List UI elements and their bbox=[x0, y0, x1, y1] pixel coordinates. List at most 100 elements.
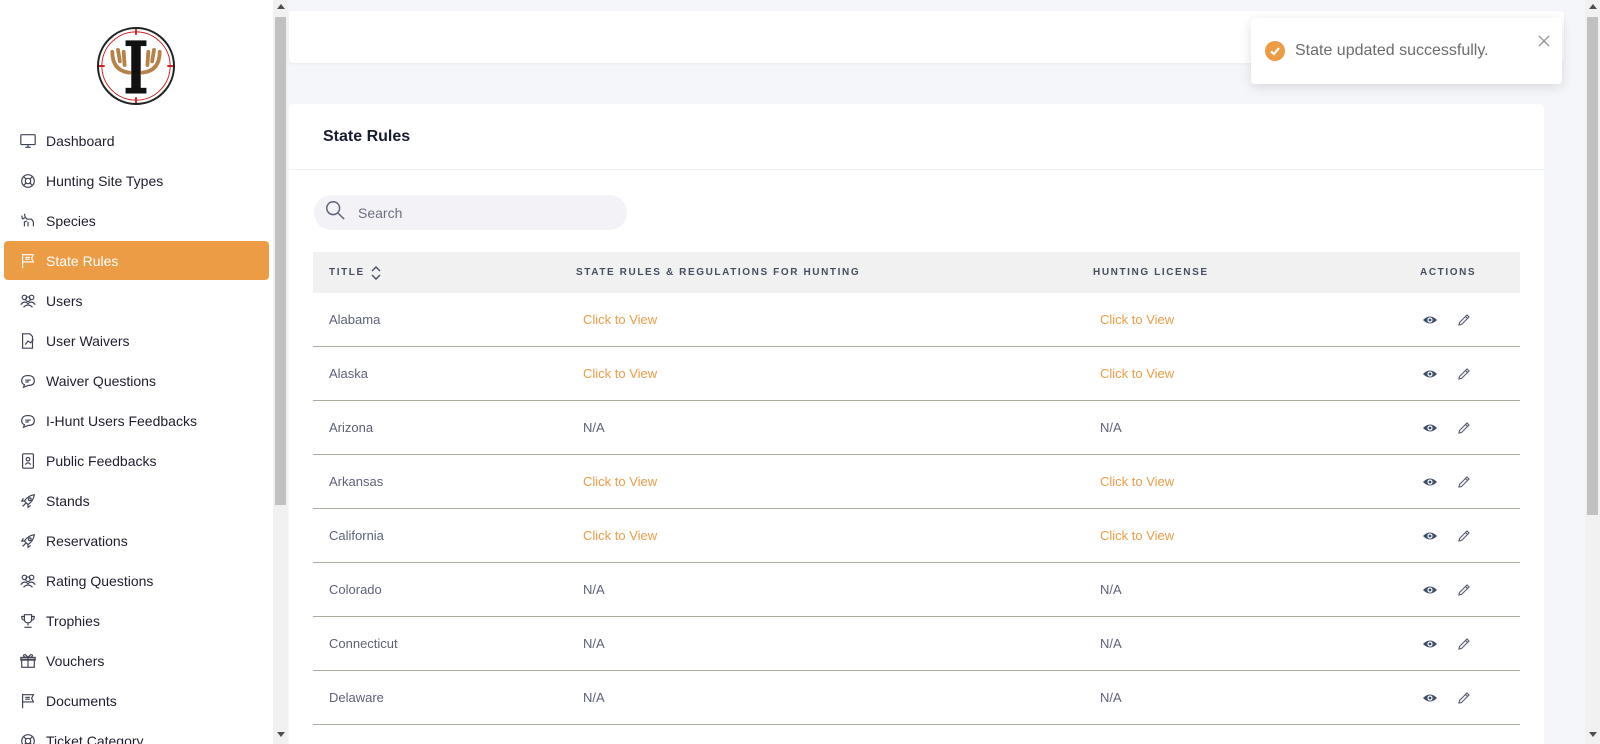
sidebar-item-documents[interactable]: Documents bbox=[4, 681, 269, 720]
eye-icon[interactable] bbox=[1422, 366, 1438, 382]
users-icon bbox=[18, 292, 38, 310]
trophy-icon bbox=[18, 612, 38, 630]
rules-view-link[interactable]: Click to View bbox=[560, 366, 1077, 381]
sidebar-item-label: Rating Questions bbox=[46, 572, 154, 589]
scroll-down-arrow-icon[interactable] bbox=[1589, 732, 1597, 737]
sidebar-scrollbar-thumb[interactable] bbox=[275, 17, 286, 505]
sidebar-item-dashboard[interactable]: Dashboard bbox=[4, 121, 269, 160]
sidebar: Dashboard Hunting Site Types Species State … bbox=[0, 0, 273, 744]
license-view-link[interactable]: Click to View bbox=[1077, 366, 1404, 381]
license-view-link[interactable]: Click to View bbox=[1077, 474, 1404, 489]
cell-title: Alabama bbox=[329, 312, 381, 327]
cell-actions bbox=[1404, 690, 1520, 706]
sidebar-item-users[interactable]: Users bbox=[4, 281, 269, 320]
license-view-link[interactable]: Click to View bbox=[1077, 312, 1404, 327]
cell-rules: N/A bbox=[583, 690, 605, 705]
table-row: Arizona N/A N/A bbox=[313, 401, 1520, 455]
cell-title: Connecticut bbox=[329, 636, 398, 651]
eye-icon[interactable] bbox=[1422, 582, 1438, 598]
column-header-title[interactable]: TITLE bbox=[313, 265, 560, 280]
state-rules-card: State Rules TITLE STATE RULES & REGULATI… bbox=[289, 104, 1544, 744]
sidebar-item-vouchers[interactable]: Vouchers bbox=[4, 641, 269, 680]
sidebar-item-label: Public Feedbacks bbox=[46, 452, 157, 469]
contact-book-icon bbox=[18, 452, 38, 470]
chat-bubble-icon bbox=[18, 412, 38, 430]
sidebar-item-i-hunt-users-feedbacks[interactable]: I-Hunt Users Feedbacks bbox=[4, 401, 269, 440]
cell-license: N/A bbox=[1100, 636, 1122, 651]
lifebuoy-icon bbox=[18, 172, 38, 190]
column-header-rules: STATE RULES & REGULATIONS FOR HUNTING bbox=[576, 267, 861, 278]
sidebar-item-waiver-questions[interactable]: Waiver Questions bbox=[4, 361, 269, 400]
search-icon bbox=[324, 199, 346, 226]
sidebar-item-species[interactable]: Species bbox=[4, 201, 269, 240]
close-icon[interactable] bbox=[1538, 34, 1550, 47]
sidebar-item-public-feedbacks[interactable]: Public Feedbacks bbox=[4, 441, 269, 480]
logo[interactable] bbox=[97, 27, 175, 105]
rules-view-link[interactable]: Click to View bbox=[560, 474, 1077, 489]
scroll-up-arrow-icon[interactable] bbox=[277, 4, 285, 9]
search-input[interactable] bbox=[358, 204, 598, 221]
toast-message: State updated successfully. bbox=[1295, 42, 1489, 59]
sidebar-item-stands[interactable]: Stands bbox=[4, 481, 269, 520]
sidebar-item-label: Documents bbox=[46, 692, 117, 709]
sidebar-item-label: I-Hunt Users Feedbacks bbox=[46, 412, 197, 429]
sidebar-item-label: Trophies bbox=[46, 612, 100, 629]
table-body: Alabama Click to View Click to View Alaska C… bbox=[313, 293, 1520, 725]
page-title: State Rules bbox=[323, 127, 411, 145]
page-scrollbar-thumb[interactable] bbox=[1587, 17, 1598, 515]
scroll-up-arrow-icon[interactable] bbox=[1589, 4, 1597, 9]
sidebar-item-trophies[interactable]: Trophies bbox=[4, 601, 269, 640]
sidebar-item-reservations[interactable]: Reservations bbox=[4, 521, 269, 560]
license-view-link[interactable]: Click to View bbox=[1077, 528, 1404, 543]
pencil-icon[interactable] bbox=[1456, 528, 1472, 544]
pencil-icon[interactable] bbox=[1456, 474, 1472, 490]
gift-icon bbox=[18, 652, 38, 670]
rules-view-link[interactable]: Click to View bbox=[560, 528, 1077, 543]
cell-actions bbox=[1404, 528, 1520, 544]
pencil-icon[interactable] bbox=[1456, 636, 1472, 652]
sidebar-item-label: Waiver Questions bbox=[46, 372, 156, 389]
sidebar-item-ticket-category[interactable]: Ticket Category bbox=[4, 721, 269, 744]
eye-icon[interactable] bbox=[1422, 528, 1438, 544]
eye-icon[interactable] bbox=[1422, 474, 1438, 490]
eye-icon[interactable] bbox=[1422, 420, 1438, 436]
search-box[interactable] bbox=[314, 195, 627, 230]
rules-view-link[interactable]: Click to View bbox=[560, 312, 1077, 327]
sidebar-item-label: Hunting Site Types bbox=[46, 172, 164, 189]
cell-title: Colorado bbox=[329, 582, 382, 597]
cell-rules: N/A bbox=[583, 582, 605, 597]
logo-graphic bbox=[99, 29, 173, 103]
eye-icon[interactable] bbox=[1422, 312, 1438, 328]
chat-bubble-icon bbox=[18, 372, 38, 390]
sidebar-item-hunting-site-types[interactable]: Hunting Site Types bbox=[4, 161, 269, 200]
users-icon bbox=[18, 572, 38, 590]
pencil-icon[interactable] bbox=[1456, 690, 1472, 706]
check-circle-icon bbox=[1265, 41, 1285, 61]
table-row: Alabama Click to View Click to View bbox=[313, 293, 1520, 347]
cell-license: N/A bbox=[1100, 690, 1122, 705]
rocket-icon bbox=[18, 492, 38, 510]
eye-icon[interactable] bbox=[1422, 636, 1438, 652]
deer-icon bbox=[18, 212, 38, 230]
sidebar-item-label: Ticket Category bbox=[46, 732, 144, 744]
pencil-icon[interactable] bbox=[1456, 312, 1472, 328]
pencil-icon[interactable] bbox=[1456, 420, 1472, 436]
cell-license: N/A bbox=[1100, 582, 1122, 597]
column-header-title-label: TITLE bbox=[329, 267, 365, 278]
sidebar-scrollbar[interactable] bbox=[273, 0, 288, 744]
cell-title: Delaware bbox=[329, 690, 384, 705]
pencil-icon[interactable] bbox=[1456, 366, 1472, 382]
success-toast: State updated successfully. bbox=[1251, 18, 1562, 84]
sidebar-item-user-waivers[interactable]: User Waivers bbox=[4, 321, 269, 360]
sidebar-item-label: User Waivers bbox=[46, 332, 130, 349]
scroll-down-arrow-icon[interactable] bbox=[277, 732, 285, 737]
page-scrollbar[interactable] bbox=[1585, 0, 1600, 744]
cell-title: Alaska bbox=[329, 366, 369, 381]
cell-rules: N/A bbox=[583, 636, 605, 651]
eye-icon[interactable] bbox=[1422, 690, 1438, 706]
pencil-icon[interactable] bbox=[1456, 582, 1472, 598]
sort-icon[interactable] bbox=[371, 265, 381, 280]
sidebar-item-state-rules[interactable]: State Rules bbox=[4, 241, 269, 280]
sidebar-item-rating-questions[interactable]: Rating Questions bbox=[4, 561, 269, 600]
table-row: Arkansas Click to View Click to View bbox=[313, 455, 1520, 509]
